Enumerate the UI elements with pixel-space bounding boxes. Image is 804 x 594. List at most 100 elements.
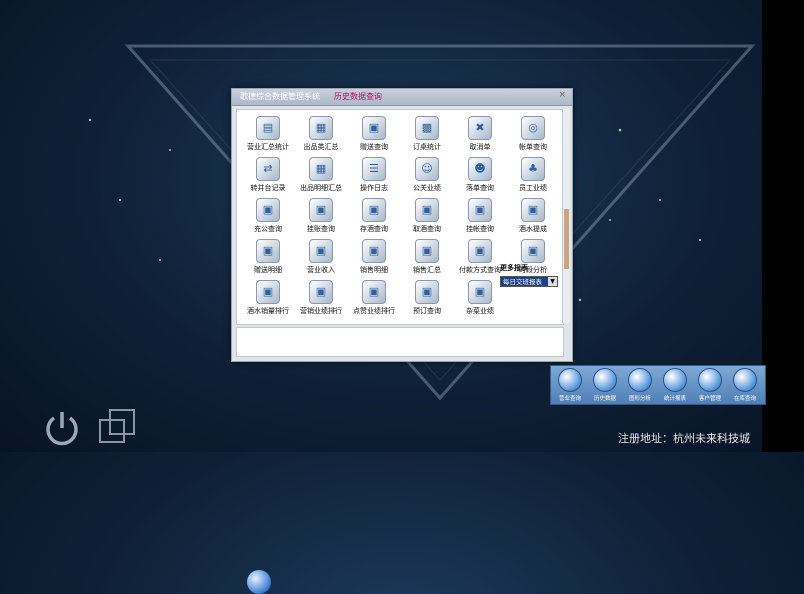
taskbar-item-label: 历史数据	[593, 396, 616, 402]
report-item-label: 销售明细	[360, 266, 388, 274]
report-item-label: 杂菜业绩	[466, 307, 494, 315]
report-item[interactable]: ☰ 操作日志	[347, 155, 401, 199]
right-black-strip	[762, 0, 804, 452]
taskbar-item[interactable]: 在库查询	[728, 368, 762, 402]
doc-icon: ▣	[309, 280, 333, 304]
dialog-bottom-bar	[236, 327, 564, 594]
report-item-label: 取消单	[469, 143, 491, 151]
report-item-label: 酒水提成	[519, 225, 547, 233]
report-item[interactable]: ▣ 付款方式查询	[453, 237, 507, 281]
report-item[interactable]: ▣ 存酒查询	[347, 196, 401, 240]
doc-icon: ▣	[256, 280, 280, 304]
report-item[interactable]: ⇄ 转并台记录	[241, 155, 295, 199]
cancel-icon: ✖	[468, 116, 492, 140]
report-item[interactable]: ▣ 时段分析	[506, 237, 560, 281]
taskbar-item-label: 在库查询	[733, 396, 756, 402]
graph-icon	[628, 368, 652, 392]
dialog-subtitle: 历史数据查询	[334, 92, 382, 101]
report-item-label: 营销业绩排行	[300, 307, 342, 315]
person-icon: ☺	[415, 157, 439, 181]
report-item[interactable]: ▣ 酒水提成	[506, 196, 560, 240]
report-item-label: 酒水销量排行	[247, 307, 289, 315]
doc-icon: ▣	[468, 280, 492, 304]
doc-icon: ▣	[521, 198, 545, 222]
search-icon: ◎	[521, 116, 545, 140]
close-icon[interactable]: ×	[558, 90, 566, 100]
report-item-label: 预订查询	[413, 307, 441, 315]
taskbar-item[interactable]: 统计报表	[658, 368, 692, 402]
taskbar-item-label: 图形分析	[628, 396, 651, 402]
doc-icon: ▣	[256, 198, 280, 222]
report-item-label: 挂帐查询	[466, 225, 494, 233]
report-item-label: 订桌统计	[413, 143, 441, 151]
inventory-icon	[733, 368, 757, 392]
report-item-label: 公关业绩	[413, 184, 441, 192]
doc-icon: ▣	[468, 239, 492, 263]
log-icon: ☰	[362, 157, 386, 181]
report-item[interactable]: ▣ 销售明细	[347, 237, 401, 281]
taskbar-item[interactable]: 客户管理	[693, 368, 727, 402]
report-item-label: 营业汇总统计	[247, 143, 289, 151]
report-item[interactable]: ▣ 取酒查询	[400, 196, 454, 240]
report-item[interactable]: ▤ 营业汇总统计	[241, 114, 295, 158]
report-item[interactable]: ▦ 出品类汇总	[294, 114, 348, 158]
report-item[interactable]: ▩ 订桌统计	[400, 114, 454, 158]
doc-icon: ▣	[362, 239, 386, 263]
select-value: 每日交班报表	[503, 278, 542, 286]
doc-icon: ▣	[309, 198, 333, 222]
report-item[interactable]: ▣ 杂菜业绩	[453, 278, 507, 322]
report-item[interactable]: ▣ 挂账查询	[294, 196, 348, 240]
report-item[interactable]: ▣ 点赞业绩排行	[347, 278, 401, 322]
taskbar-item[interactable]: 图形分析	[623, 368, 657, 402]
doc-icon: ▣	[256, 239, 280, 263]
report-item[interactable]: ▣ 销售汇总	[400, 237, 454, 281]
query-icon	[558, 368, 582, 392]
window-icon[interactable]	[98, 408, 138, 444]
report-item[interactable]: ▣ 充公查询	[241, 196, 295, 240]
report-item[interactable]: ▦ 出品明细汇总	[294, 155, 348, 199]
doc-icon: ▣	[415, 239, 439, 263]
more-reports-select[interactable]: 每日交班报表 ▼	[500, 276, 558, 287]
users-icon: ♣	[521, 157, 545, 181]
report-item[interactable]: ▣ 赠送查询	[347, 114, 401, 158]
report-item[interactable]: ▣ 预订查询	[400, 278, 454, 322]
chart-icon: ▦	[309, 157, 333, 181]
report-item[interactable]: ▣ 营业收入	[294, 237, 348, 281]
report-icon: ▤	[256, 116, 280, 140]
report-item-label: 存酒查询	[360, 225, 388, 233]
logo-icon	[247, 570, 271, 594]
report-item-label: 营业收入	[307, 266, 335, 274]
report-item-label: 销售汇总	[413, 266, 441, 274]
report-item-label: 帐单查询	[519, 143, 547, 151]
doc-icon: ▣	[415, 198, 439, 222]
report-item-label: 赠送查询	[360, 143, 388, 151]
report-item[interactable]: ☻ 落单查询	[453, 155, 507, 199]
taskbar-item[interactable]: 历史数据	[588, 368, 622, 402]
doc-icon: ▣	[362, 116, 386, 140]
doc-icon: ▣	[309, 239, 333, 263]
taskbar-item-label: 统计报表	[663, 396, 686, 402]
doc-icon: ▣	[415, 280, 439, 304]
taskbar-item[interactable]: 营业查询	[553, 368, 587, 402]
app-title: 歌德综合数据管理系统	[240, 92, 320, 101]
report-item-label: 赠送明细	[254, 266, 282, 274]
report-item[interactable]: ▣ 酒水销量排行	[241, 278, 295, 322]
report-icon	[663, 368, 687, 392]
report-item[interactable]: ▣ 挂帐查询	[453, 196, 507, 240]
smile-icon: ☻	[468, 157, 492, 181]
doc-icon: ▣	[362, 198, 386, 222]
scrollbar-thumb[interactable]	[564, 209, 569, 269]
report-item[interactable]: ▣ 赠送明细	[241, 237, 295, 281]
report-item[interactable]: ☺ 公关业绩	[400, 155, 454, 199]
report-item[interactable]: ◎ 帐单查询	[506, 114, 560, 158]
report-item[interactable]: ✖ 取消单	[453, 114, 507, 158]
doc-icon: ▣	[521, 239, 545, 263]
report-item[interactable]: ▣ 营销业绩排行	[294, 278, 348, 322]
chevron-down-icon[interactable]: ▼	[548, 277, 557, 286]
report-item-label: 转并台记录	[250, 184, 286, 192]
history-data-dialog: 歌德综合数据管理系统 历史数据查询 × ▤ 营业汇总统计 ▦ 出品类汇总 ▣ 赠送查询 ▩ 订…	[231, 88, 573, 594]
dialog-titlebar: 歌德综合数据管理系统 历史数据查询 ×	[232, 89, 572, 106]
scrollbar[interactable]	[562, 109, 570, 323]
report-item[interactable]: ♣ 员工业绩	[506, 155, 560, 199]
power-icon[interactable]	[42, 408, 82, 448]
